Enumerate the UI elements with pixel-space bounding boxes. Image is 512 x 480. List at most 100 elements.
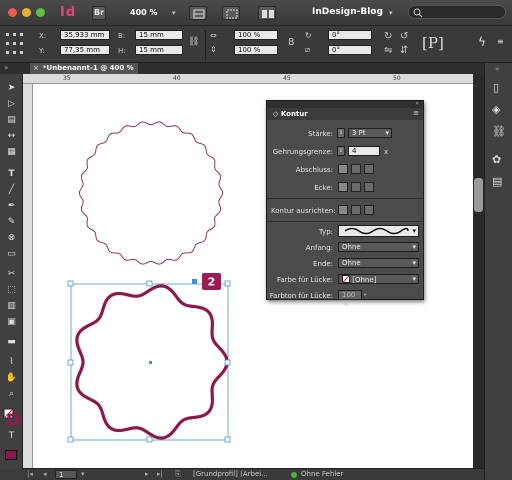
collapse-dock-icon[interactable]: « <box>495 65 499 73</box>
panel-menu-icon[interactable]: ≡ <box>497 37 504 46</box>
gap-color-select[interactable]: [Ohne] ▾ <box>338 274 419 284</box>
page-tool-icon[interactable]: ▤ <box>5 114 18 127</box>
scalloped-circle-thin[interactable] <box>78 121 224 265</box>
gap-tint-field[interactable]: 100 % <box>338 290 362 308</box>
content-collector-icon[interactable]: ▦ <box>5 146 18 159</box>
width-field[interactable]: 15 mm <box>135 30 183 40</box>
height-field[interactable]: 15 mm <box>135 45 183 55</box>
last-page-icon[interactable]: ▸| <box>157 469 163 480</box>
bevel-join-button[interactable] <box>364 182 374 192</box>
bridge-button[interactable]: Br <box>92 6 106 20</box>
pencil-tool-icon[interactable]: ✎ <box>5 216 18 229</box>
y-position-field[interactable]: 77,35 mm <box>60 45 110 55</box>
rectangle-tool-icon[interactable]: ▭ <box>5 248 18 261</box>
stroke-type-select[interactable]: ▾ <box>338 225 419 237</box>
page-icon[interactable]: ⎘ <box>175 469 181 480</box>
scrollbar-thumb[interactable] <box>474 178 483 212</box>
align-center-button[interactable] <box>338 205 348 215</box>
rotate-clockwise-icon[interactable]: ↻ <box>384 31 392 42</box>
links-panel-icon[interactable]: ⛓ <box>492 125 506 138</box>
collapse-icon[interactable]: » <box>4 64 8 72</box>
close-window-button[interactable] <box>8 8 17 17</box>
chevron-right-icon[interactable]: ▸ <box>364 291 367 298</box>
scissors-tool-icon[interactable]: ✂ <box>5 268 18 281</box>
pen-tool-icon[interactable]: ✒ <box>5 200 18 213</box>
gradient-feather-tool-icon[interactable]: ▣ <box>5 316 18 329</box>
rotation-angle-field[interactable]: 0° <box>328 30 372 40</box>
zoom-select[interactable]: 400 % <box>127 7 171 20</box>
reference-point-icon[interactable] <box>4 31 28 59</box>
panel-menu-icon[interactable]: ≡ <box>413 109 419 117</box>
note-tool-icon[interactable]: ▬ <box>5 336 18 349</box>
tools-panel: ➤ ▷ ▤ ↔ ▦ T ╱ ✒ ✎ ⊗ ▭ ✂ ⬚ ▥ ▣ ▬ ⌇ ✋ ⌕ T <box>0 74 23 470</box>
gap-tool-icon[interactable]: ↔ <box>5 130 18 143</box>
minimize-window-button[interactable] <box>22 8 31 17</box>
flip-vertical-icon[interactable]: ⇵ <box>400 45 408 56</box>
stroke-weight-select[interactable]: 3 Pt ▾ <box>348 128 392 138</box>
chevron-down-icon[interactable]: ▾ <box>81 469 85 480</box>
previous-page-icon[interactable]: ◂ <box>43 469 47 480</box>
constrain-proportions-icon[interactable]: 8 <box>288 37 294 48</box>
miter-limit-field[interactable]: 4 <box>348 146 380 156</box>
ellipse-frame-tool-icon[interactable]: ⊗ <box>5 232 18 245</box>
arrange-documents-button[interactable] <box>258 6 276 20</box>
free-transform-tool-icon[interactable]: ⬚ <box>5 284 18 297</box>
stepper-icon[interactable]: ⇕ <box>337 146 345 156</box>
gradient-panel-icon[interactable]: ▤ <box>492 175 502 188</box>
round-join-button[interactable] <box>351 182 361 192</box>
fill-stroke-swatch[interactable] <box>3 408 20 426</box>
collapse-icon[interactable]: « <box>415 100 419 107</box>
apply-color-button[interactable] <box>5 450 17 460</box>
layers-panel-icon[interactable]: ◈ <box>492 103 500 116</box>
search-input[interactable] <box>408 5 506 19</box>
align-outside-button[interactable] <box>364 205 374 215</box>
panel-tab[interactable]: ◇ Kontur <box>267 108 423 120</box>
workspace-switcher[interactable]: InDesign-Blog <box>312 7 383 17</box>
link-icon[interactable]: ⛓ <box>188 37 199 47</box>
x-position-field[interactable]: 35,933 mm <box>60 30 110 40</box>
scale-y-field[interactable]: 100 % <box>234 45 278 55</box>
first-page-icon[interactable]: |◂ <box>27 469 33 480</box>
document-tab[interactable]: × *Unbenannt-1 @ 400 % <box>30 63 138 74</box>
content-grabber-handle[interactable] <box>192 279 197 284</box>
type-tool-icon[interactable]: T <box>5 168 18 181</box>
start-select[interactable]: Ohne ▾ <box>338 242 419 252</box>
zoom-tool-icon[interactable]: ⌕ <box>5 388 18 401</box>
pages-panel-icon[interactable]: ▯ <box>493 81 499 94</box>
close-icon[interactable]: × <box>33 64 39 72</box>
frame-icon[interactable]: [P] <box>422 34 444 52</box>
horizontal-ruler[interactable]: 35 40 45 50 <box>23 74 473 84</box>
scale-x-field[interactable]: 100 % <box>234 30 278 40</box>
ruler-mark: 50 <box>393 75 401 82</box>
next-page-icon[interactable]: ▸ <box>145 469 149 480</box>
end-select[interactable]: Ohne ▾ <box>338 258 419 268</box>
profile-select[interactable]: [Grundprofil] (Arbei... <box>193 469 268 480</box>
stepper-icon[interactable]: ⇕ <box>337 128 345 138</box>
vertical-scrollbar[interactable] <box>473 74 484 468</box>
round-cap-button[interactable] <box>351 164 361 174</box>
align-inside-button[interactable] <box>351 205 361 215</box>
eyedropper-tool-icon[interactable]: ⌇ <box>5 356 18 369</box>
rotate-counterclockwise-icon[interactable]: ↺ <box>400 31 408 42</box>
selection-tool-icon[interactable]: ➤ <box>5 82 18 95</box>
swatches-panel-icon[interactable]: ✿ <box>492 153 501 166</box>
screen-mode-button[interactable] <box>222 6 240 20</box>
lightning-icon[interactable]: ϟ <box>478 35 486 49</box>
vertical-ruler[interactable] <box>23 84 33 468</box>
layout-icon <box>262 10 274 18</box>
flip-horizontal-icon[interactable]: ⇋ <box>384 45 392 56</box>
line-tool-icon[interactable]: ╱ <box>5 184 18 197</box>
zoom-window-button[interactable] <box>36 8 45 17</box>
panel-toggle-icon[interactable]: ◇ <box>273 110 281 118</box>
formatting-affects-container-icon[interactable]: T <box>5 430 18 443</box>
butt-cap-button[interactable] <box>338 164 348 174</box>
miter-join-button[interactable] <box>338 182 348 192</box>
hand-tool-icon[interactable]: ✋ <box>5 372 18 385</box>
projecting-cap-button[interactable] <box>364 164 374 174</box>
gradient-swatch-tool-icon[interactable]: ▥ <box>5 300 18 313</box>
view-options-button[interactable] <box>189 6 207 20</box>
preflight-status[interactable]: Ohne Fehler <box>301 469 343 480</box>
shear-angle-field[interactable]: 0° <box>328 45 372 55</box>
direct-selection-tool-icon[interactable]: ▷ <box>5 98 18 111</box>
page-number-field[interactable]: 1 <box>55 470 77 479</box>
